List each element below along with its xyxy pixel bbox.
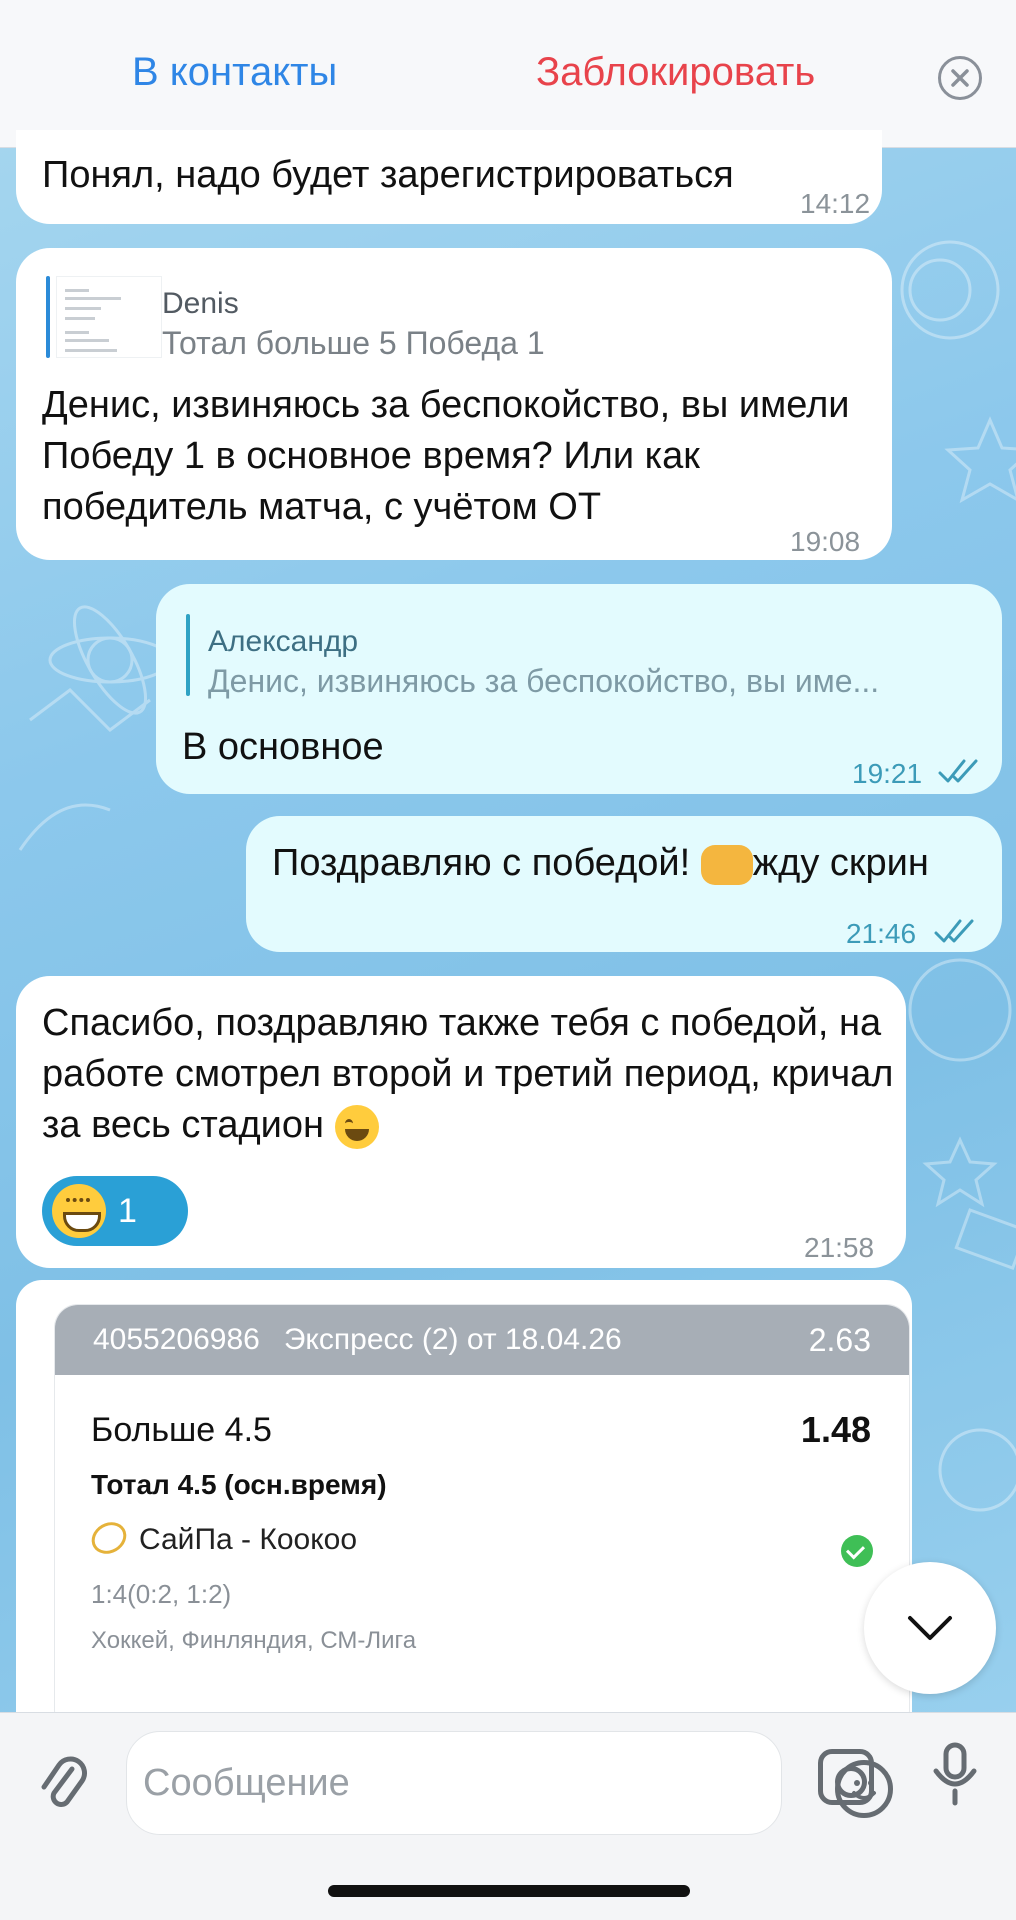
message-input[interactable]: Сообщение	[126, 1731, 893, 1835]
message-outgoing[interactable]: Александр Денис, извиняюсь за беспокойст…	[156, 584, 1002, 794]
reaction-chip[interactable]: 1	[42, 1176, 188, 1246]
message-time: 19:08	[790, 526, 861, 557]
bet-selection-odds: 1.48	[800, 1409, 871, 1450]
close-icon[interactable]	[938, 56, 982, 100]
bet-card: 4055206986 Экспресс (2) от 18.04.26 2.63…	[54, 1304, 910, 1720]
reply-indicator	[186, 614, 190, 696]
bet-score: 1:4(0:2, 1:2)	[91, 1579, 232, 1609]
message-time: 14:12	[800, 188, 871, 219]
message-text-part: Спасибо, поздравляю также тебя с победой…	[42, 1002, 894, 1146]
message-incoming[interactable]: Denis Тотал больше 5 Победа 1 Денис, изв…	[16, 248, 892, 560]
message-composer: Сообщение	[0, 1712, 1016, 1920]
bet-match: СайПа - Коокоо	[139, 1523, 358, 1556]
message-text: В основное	[182, 726, 384, 768]
message-text-part: Поздравляю с победой!	[272, 842, 701, 884]
reaction-count: 1	[118, 1191, 137, 1230]
bet-market: Тотал 4.5 (осн.время)	[91, 1469, 387, 1500]
reply-preview: Тотал больше 5 Победа 1	[162, 325, 545, 361]
message-incoming[interactable]: Понял, надо будет зарегистрироваться 14:…	[16, 130, 882, 224]
message-time: 21:58	[804, 1232, 875, 1263]
bet-league: Хоккей, Финляндия, СМ-Лига	[91, 1627, 417, 1654]
read-receipt-icon	[938, 748, 980, 799]
handshake-emoji-icon	[700, 844, 753, 885]
message-input-placeholder: Сообщение	[143, 1762, 350, 1804]
message-text: Поздравляю с победой! жду скрин	[272, 838, 929, 889]
message-bet-coupon[interactable]: 4055206986 Экспресс (2) от 18.04.26 2.63…	[16, 1280, 912, 1720]
home-indicator	[328, 1885, 690, 1897]
message-time: 21:46	[846, 918, 917, 949]
message-time: 19:21	[852, 758, 923, 789]
read-receipt-icon	[934, 908, 976, 959]
reply-indicator	[46, 276, 50, 358]
bet-card-header: 4055206986 Экспресс (2) от 18.04.26 2.63	[55, 1305, 909, 1375]
hockey-puck-icon	[85, 1516, 133, 1560]
grinning-emoji-icon	[52, 1184, 106, 1238]
message-text: Денис, извиняюсь за беспокойство, вы име…	[42, 384, 850, 528]
bet-number: 4055206986	[93, 1323, 260, 1356]
message-text: Спасибо, поздравляю также тебя с победой…	[42, 998, 902, 1151]
bet-type: Экспресс (2) от 18.04.26	[283, 1323, 622, 1356]
scroll-to-bottom-button[interactable]	[864, 1562, 996, 1694]
laughing-emoji-icon	[334, 1104, 379, 1149]
add-to-contacts-button[interactable]: В контакты	[132, 50, 337, 95]
message-text: Понял, надо будет зарегистрироваться	[42, 154, 734, 196]
reply-thumbnail	[56, 276, 162, 358]
block-user-button[interactable]: Заблокировать	[536, 50, 815, 95]
chevron-down-icon	[908, 1616, 952, 1640]
message-text-part: жду скрин	[752, 842, 929, 884]
reply-preview: Денис, извиняюсь за беспокойство, вы име…	[208, 663, 880, 699]
message-incoming[interactable]: Спасибо, поздравляю также тебя с победой…	[16, 976, 906, 1268]
camera-icon[interactable]	[818, 1749, 874, 1805]
contact-action-bar: В контакты Заблокировать	[0, 0, 1016, 148]
bet-total-odds: 2.63	[808, 1321, 871, 1358]
paperclip-icon[interactable]	[38, 1755, 88, 1815]
microphone-icon[interactable]	[930, 1741, 980, 1807]
bet-selection: Больше 4.5	[91, 1411, 272, 1449]
message-outgoing[interactable]: Поздравляю с победой! жду скрин 21:46	[246, 816, 1002, 952]
check-circle-icon	[841, 1535, 873, 1567]
